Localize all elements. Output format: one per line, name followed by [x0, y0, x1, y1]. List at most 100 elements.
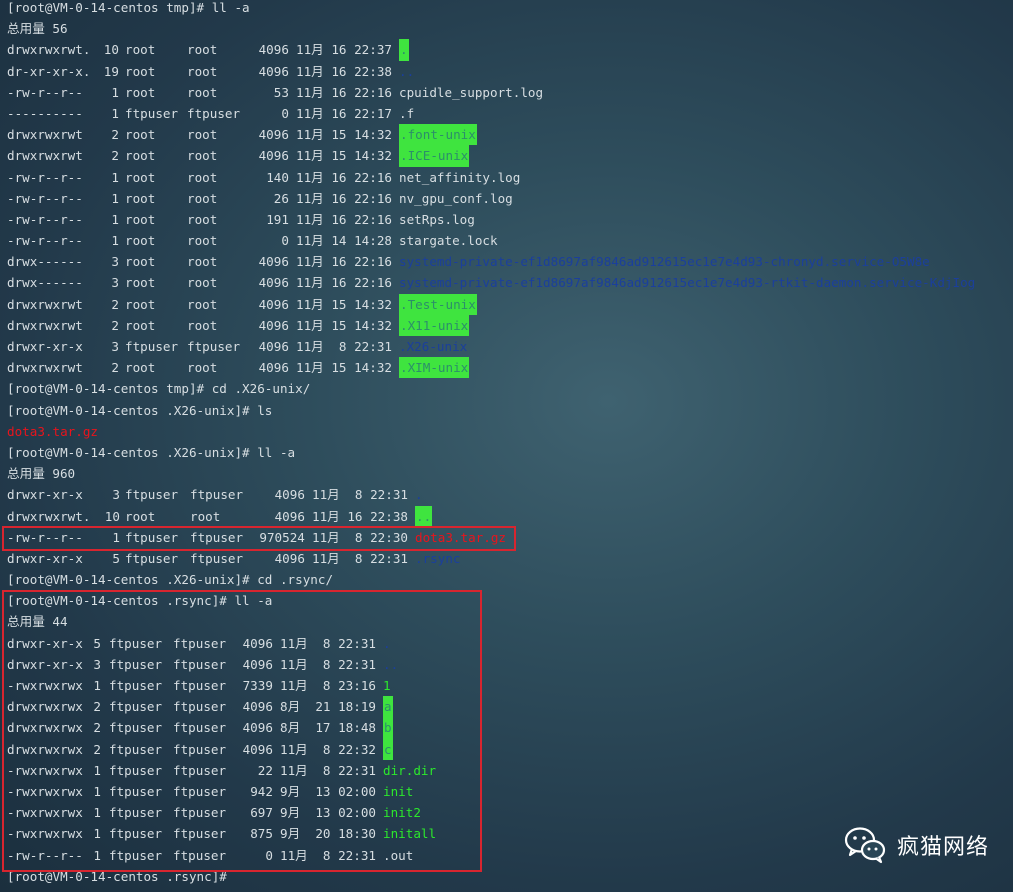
file-links: 1 — [111, 233, 119, 249]
file-owner: root — [125, 233, 156, 249]
file-size: 4096 — [258, 317, 289, 333]
command-text: [root@VM-0-14-centos tmp]# cd .X26-unix/ — [7, 381, 311, 397]
file-perm: drwxrwxrwt — [7, 148, 83, 164]
file-perm: drwxrwxrwt. — [7, 42, 91, 58]
command-text: [root@VM-0-14-centos .X26-unix]# cd .rsy… — [7, 572, 334, 588]
shell-prompt-line: [root@VM-0-14-centos tmp]# cd .X26-unix/ — [7, 378, 333, 399]
listing-row: ---------- 1 ftpuser ftpuser 0 11月 16 22:17 .f — [7, 103, 414, 124]
file-name: systemd-private-ef1d8697af9846ad912615ec… — [399, 275, 976, 291]
file-links: 1 — [111, 169, 119, 185]
file-links: 1 — [111, 211, 119, 227]
file-links: 2 — [111, 148, 119, 164]
listing-row: drwxr-xr-x 3 ftpuser ftpuser 4096 11月 8 22:31… — [7, 336, 467, 357]
listing-row: drwxrwxrwt 2 root root 4096 11月 15 14:32 .X11-… — [7, 314, 470, 337]
file-group: root — [187, 190, 218, 206]
listing-row: -rw-r--r-- 1 root root 0 11月 14 14:28 stargate… — [7, 230, 498, 251]
file-name: .X11-unix — [399, 314, 470, 337]
file-links: 2 — [111, 317, 119, 333]
file-size: 4096 — [258, 296, 289, 312]
file-date: 11月 8 22:31 — [312, 487, 408, 503]
file-size: 4096 — [274, 508, 305, 524]
file-owner: root — [125, 84, 156, 100]
file-name: .Test-unix — [399, 293, 477, 315]
file-group: root — [190, 508, 221, 524]
file-size: 191 — [266, 211, 289, 227]
file-name: . — [399, 39, 409, 61]
file-group: root — [187, 169, 218, 185]
file-group: ftpuser — [187, 339, 241, 354]
file-owner: root — [125, 317, 156, 333]
shell-prompt-line: [root@VM-0-14-centos .X26-unix]# ll -a — [7, 442, 333, 463]
file-owner: root — [125, 360, 156, 376]
listing-row: drwx------ 3 root root 4096 11月 16 22:16 syste… — [7, 272, 975, 293]
file-perm: drwxrwxrwt — [7, 360, 83, 376]
listing-row: -rw-r--r-- 1 root root 26 11月 16 22:16 nv_gpu_… — [7, 188, 513, 209]
file-owner: root — [125, 63, 156, 79]
file-perm: dr-xr-xr-x. — [7, 63, 91, 79]
listing-row: drwxrwxrwt. 10 root root 4096 11月 16 22:37. — [7, 39, 409, 61]
listing-row: drwxrwxrwt 2 root root 4096 11月 15 14:32 .font… — [7, 124, 477, 146]
file-links: 10 — [103, 42, 119, 58]
file-name: net_affinity.log — [399, 169, 521, 185]
file-owner: root — [125, 254, 156, 270]
file-size: 0 — [281, 105, 289, 121]
file-name: .font-unix — [399, 124, 477, 146]
file-links: 1 — [111, 190, 119, 206]
file-perm: drwxrwxrwt — [7, 296, 83, 312]
file-date: 11月 16 22:17 — [296, 105, 392, 121]
file-perm: drwxrwxrwt — [7, 317, 83, 333]
file-links: 1 — [111, 105, 119, 121]
file-group: root — [187, 275, 218, 291]
file-owner: root — [125, 508, 156, 524]
file-name: cpuidle_support.log — [399, 84, 544, 100]
file-owner: root — [125, 275, 156, 291]
shell-prompt-line: [root@VM-0-14-centos .X26-unix]# ls — [7, 400, 333, 421]
file-owner: ftpuser — [125, 105, 179, 121]
file-group: root — [187, 360, 218, 376]
file-owner: root — [125, 190, 156, 206]
file-size: 4096 — [258, 148, 289, 164]
file-group: root — [187, 233, 218, 249]
command-text: [root@VM-0-14-centos .X26-unix]# ll -a — [7, 444, 296, 460]
file-owner: root — [125, 211, 156, 227]
file-group: root — [187, 317, 218, 333]
file-date: 11月 8 22:31 — [296, 339, 392, 354]
output-text: 总用量 56 — [7, 21, 68, 37]
file-perm: drwxrwxrwt — [7, 127, 83, 143]
file-group: root — [187, 84, 218, 100]
listing-row: drwx------ 3 root root 4096 11月 16 22:16 syste… — [7, 251, 930, 272]
command-text: [root@VM-0-14-centos tmp]# ll -a — [7, 0, 250, 15]
terminal-screenshot: { "terminal": { "lines": [ {"kind":"prom… — [0, 0, 1013, 892]
file-name: .X26-unix — [399, 339, 468, 354]
file-perm: drwxr-xr-x — [7, 339, 83, 354]
wechat-icon — [844, 827, 886, 864]
file-perm: -rw-r--r-- — [7, 211, 83, 227]
file-date: 11月 15 14:32 — [296, 317, 392, 333]
listing-row: drwxrwxrwt 2 root root 4096 11月 15 14:32 .ICE-… — [7, 145, 470, 167]
listing-row: drwxr-xr-x 3 ftpuser ftpuser 4096 11月 8 22:31… — [7, 484, 423, 505]
file-name: .. — [415, 505, 433, 527]
file-group: root — [187, 42, 218, 58]
file-links: 2 — [111, 127, 119, 143]
listing-row: drwxr-xr-x 5 ftpuser ftpuser 4096 11月 8 22:31… — [7, 548, 461, 569]
file-date: 11月 15 14:32 — [296, 148, 392, 164]
listing-row: dr-xr-xr-x. 19 root root 4096 11月 16 22:38.. — [7, 61, 414, 82]
file-perm: ---------- — [7, 105, 83, 121]
output-line: 总用量 56 — [7, 18, 333, 39]
file-group: root — [187, 211, 218, 227]
file-group: root — [187, 296, 218, 312]
file-date: 11月 15 14:32 — [296, 360, 392, 376]
file-size: 4096 — [258, 63, 289, 79]
file-owner: root — [125, 42, 156, 58]
file-owner: ftpuser — [125, 339, 179, 354]
file-size: 26 — [273, 190, 289, 206]
file-size: 4096 — [258, 254, 289, 270]
file-links: 10 — [104, 508, 120, 524]
file-size: 0 — [281, 233, 289, 249]
output-text: dota3.tar.gz — [7, 423, 98, 439]
file-perm: drwxrwxrwt. — [7, 508, 91, 524]
listing-row: -rw-r--r-- 1 root root 53 11月 16 22:16 cpuidle… — [7, 82, 543, 103]
file-perm: -rw-r--r-- — [7, 169, 83, 185]
file-size: 4096 — [274, 550, 305, 566]
file-owner: root — [125, 169, 156, 185]
